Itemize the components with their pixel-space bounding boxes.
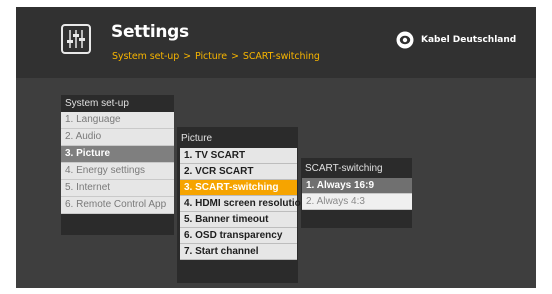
picture-menu: Picture 1. TV SCART 2. VCR SCART 3. SCAR… bbox=[177, 127, 307, 283]
breadcrumb-item-picture: Picture bbox=[195, 51, 228, 62]
scart-switching-menu: SCART-switching 1. Always 16:9 2. Always… bbox=[301, 158, 412, 228]
breadcrumb-separator: > bbox=[231, 51, 239, 62]
menu-item-vcr-scart[interactable]: 2. VCR SCART bbox=[180, 164, 297, 180]
menu-item-remote-control-app[interactable]: 6. Remote Control App bbox=[61, 197, 174, 214]
menu-item-tv-scart[interactable]: 1. TV SCART bbox=[180, 148, 297, 164]
menu-item-audio[interactable]: 2. Audio bbox=[61, 129, 174, 146]
page-title: Settings bbox=[111, 22, 189, 42]
system-setup-title: System set-up bbox=[65, 98, 129, 109]
menu-item-picture[interactable]: 3. Picture bbox=[61, 146, 174, 163]
menu-item-scart-switching[interactable]: 3. SCART-switching bbox=[180, 180, 297, 196]
breadcrumb-item-system-setup: System set-up bbox=[112, 51, 180, 62]
menu-item-hdmi-screen-resolution[interactable]: 4. HDMI screen resolution bbox=[180, 196, 307, 212]
kabel-deutschland-logo bbox=[396, 31, 414, 49]
system-setup-list: 1. Language 2. Audio 3. Picture 4. Energ… bbox=[61, 112, 174, 214]
system-setup-menu: System set-up 1. Language 2. Audio 3. Pi… bbox=[61, 95, 174, 235]
menu-item-osd-transparency[interactable]: 6. OSD transparency bbox=[180, 228, 297, 244]
breadcrumb-item-scart-switching: SCART-switching bbox=[242, 51, 320, 62]
menu-item-language[interactable]: 1. Language bbox=[61, 112, 174, 129]
brand-name: Kabel Deutschland bbox=[421, 35, 517, 45]
scart-switching-title: SCART-switching bbox=[305, 163, 383, 174]
header-bar: Settings System set-up > Picture > SCART-swi… bbox=[16, 7, 536, 78]
menu-item-start-channel[interactable]: 7. Start channel bbox=[180, 244, 297, 260]
scart-switching-list: 1. Always 16:9 2. Always 4:3 bbox=[302, 178, 412, 210]
brand: Kabel Deutschland bbox=[396, 31, 516, 49]
option-always-16-9[interactable]: 1. Always 16:9 bbox=[302, 178, 412, 194]
picture-menu-title: Picture bbox=[181, 133, 213, 144]
picture-list: 1. TV SCART 2. VCR SCART 3. SCART-switch… bbox=[180, 148, 307, 260]
option-always-4-3[interactable]: 2. Always 4:3 bbox=[302, 194, 412, 210]
menu-item-internet[interactable]: 5. Internet bbox=[61, 180, 174, 197]
tv-screen: Settings System set-up > Picture > SCART-swi… bbox=[16, 7, 536, 288]
equalizer-settings-icon bbox=[61, 24, 91, 54]
breadcrumb: System set-up > Picture > SCART-switching bbox=[112, 51, 320, 62]
menu-item-energy-settings[interactable]: 4. Energy settings bbox=[61, 163, 174, 180]
breadcrumb-separator: > bbox=[183, 51, 192, 62]
menu-item-banner-timeout[interactable]: 5. Banner timeout bbox=[180, 212, 297, 228]
